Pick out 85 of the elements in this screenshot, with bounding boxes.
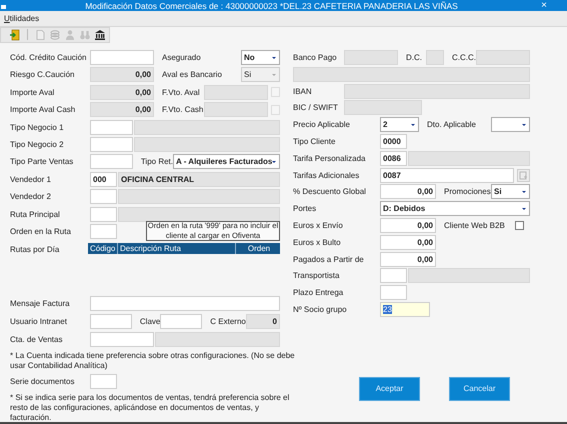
- field-label: Clave: [138, 316, 160, 326]
- field-label: Nº Socio grupo: [293, 304, 348, 314]
- dropdown[interactable]: [491, 117, 530, 132]
- field-label: BIC / SWIFT: [293, 103, 339, 112]
- input-field[interactable]: [90, 332, 154, 347]
- accept-button[interactable]: Aceptar: [359, 376, 420, 401]
- input-field[interactable]: [380, 268, 407, 284]
- field-label: Promociones: [443, 187, 491, 196]
- field-label: IBAN: [293, 86, 313, 96]
- field-label: Mensaje Factura: [10, 298, 71, 308]
- field-label: C.C.C.: [451, 53, 476, 62]
- dropdown[interactable]: No: [241, 50, 280, 65]
- field-label: Dto. Aplicable: [426, 120, 477, 130]
- dropdown[interactable]: Si: [491, 184, 530, 200]
- dropdown[interactable]: A - Alquileres Facturados: [173, 154, 280, 170]
- exit-icon[interactable]: [9, 28, 21, 40]
- close-button[interactable]: ×: [537, 0, 551, 11]
- note-text: * Si se indica serie para los documentos de ventas, tendrá preferencia sobre el resto de las configuraciones, aplicándose en documentos de ventas, y facturación.: [10, 392, 290, 423]
- field-label: Portes: [293, 204, 318, 214]
- field-label: Serie documentos: [10, 376, 76, 386]
- input-field[interactable]: 0087: [380, 168, 514, 183]
- field-label: Euros x Bulto: [293, 238, 342, 247]
- field-label: Tarifas Adicionales: [293, 170, 360, 180]
- note-text: * La Cuenta indicada tiene preferencia sobre otras configuraciones. (No se debe usar Contabilidad Analítica): [10, 350, 296, 371]
- field-label: D.C.: [405, 53, 423, 62]
- dropdown[interactable]: 2: [380, 117, 419, 132]
- field-label: Asegurado: [161, 53, 202, 62]
- field-label: Cód. Crédito Caución: [10, 53, 88, 62]
- input-field[interactable]: [90, 189, 117, 204]
- window-title: Modificación Datos Comerciales de : 43000000023 *DEL.23 CAFETERIA PANADERIA LAS VIÑAS: [84, 0, 459, 10]
- input-field[interactable]: [90, 374, 117, 389]
- field-label: Vendedor 1: [10, 174, 52, 184]
- amount-field[interactable]: 0,00: [380, 218, 436, 233]
- input-field[interactable]: [160, 314, 202, 329]
- field-label: Ruta Principal: [10, 210, 61, 219]
- dropdown[interactable]: D: Debidos: [380, 201, 530, 216]
- input-field[interactable]: 23: [380, 302, 430, 317]
- field-label: Pagados a Partir de: [293, 254, 365, 264]
- field-label: Banco Pago: [293, 53, 338, 62]
- field-label: Importe Aval Cash: [10, 105, 76, 114]
- field-label: Rutas por Día: [10, 244, 60, 256]
- input-field[interactable]: [90, 206, 117, 222]
- amount-field[interactable]: 0,00: [380, 252, 436, 267]
- field-label: Riesgo C.Caución: [10, 70, 76, 80]
- menu-item[interactable]: Utilidades: [0, 14, 44, 23]
- field-label: Aval es Bancario: [161, 70, 223, 80]
- input-field[interactable]: [90, 136, 133, 152]
- amount-field[interactable]: 0,00: [380, 234, 436, 250]
- input-field[interactable]: [90, 314, 132, 329]
- input-field[interactable]: 000: [90, 172, 117, 187]
- input-field[interactable]: [90, 224, 117, 239]
- field-label: C Externo: [209, 316, 246, 326]
- field-label: Tarifa Personalizada: [293, 154, 366, 163]
- checkbox[interactable]: [515, 220, 524, 230]
- field-label: Tipo Cliente: [293, 136, 336, 146]
- field-label: Orden en la Ruta: [10, 226, 72, 236]
- field-label: F.Vto. Aval: [161, 88, 201, 97]
- column-header[interactable]: Descripción Ruta: [117, 243, 235, 254]
- field-label: % Descuento Global: [293, 187, 367, 196]
- field-label: Tipo Ret.: [140, 157, 173, 166]
- bank-icon[interactable]: [94, 28, 106, 40]
- input-field[interactable]: [90, 154, 133, 170]
- input-field[interactable]: [90, 50, 154, 65]
- input-field[interactable]: [90, 296, 280, 311]
- field-label: Transportista: [293, 271, 340, 280]
- input-field[interactable]: 0086: [380, 150, 407, 166]
- field-label: Cliente Web B2B: [443, 220, 506, 230]
- field-label: Cta. de Ventas: [10, 334, 64, 344]
- field-label: Usuario Intranet: [10, 316, 68, 326]
- amount-field[interactable]: 0,00: [380, 184, 436, 200]
- column-header[interactable]: Código: [88, 243, 117, 254]
- input-field[interactable]: [90, 120, 133, 135]
- field-label: Tipo Parte Ventas: [10, 157, 74, 166]
- field-label: Euros x Envío: [293, 220, 344, 230]
- field-label: Vendedor 2: [10, 192, 52, 202]
- field-label: F.Vto. Cash: [161, 105, 204, 114]
- field-label: Tipo Negocio 1: [10, 122, 65, 132]
- field-label: Tipo Negocio 2: [10, 140, 65, 149]
- input-field[interactable]: [380, 285, 407, 300]
- field-label: Plazo Entrega: [293, 288, 344, 298]
- input-field[interactable]: 0000: [380, 134, 407, 149]
- column-header[interactable]: Orden: [235, 243, 280, 254]
- field-label: Precio Aplicable: [293, 120, 351, 130]
- app-icon: [1, 2, 6, 8]
- field-label: Importe Aval: [10, 88, 56, 97]
